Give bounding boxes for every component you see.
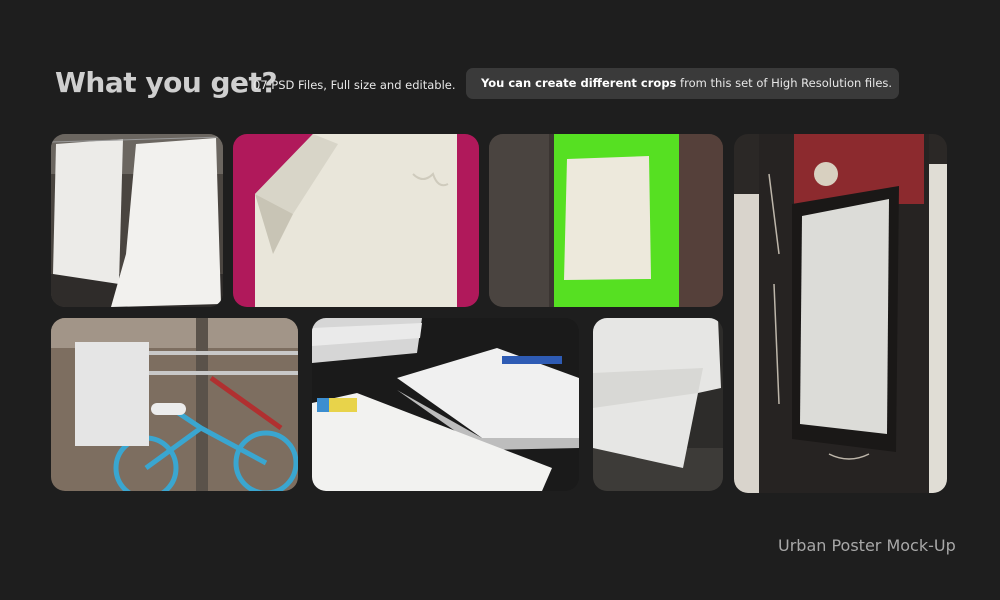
preview-torn-poster (593, 318, 723, 491)
crops-info-badge: You can create different crops from this… (466, 68, 899, 99)
stacked-prints-image (312, 318, 579, 491)
crops-info-bold: You can create different crops (481, 76, 677, 90)
preview-bicycle-rack-poster (51, 318, 298, 491)
preview-hanging-posters (51, 134, 223, 307)
graffiti-doorway-image (734, 134, 947, 493)
product-name: Urban Poster Mock-Up (778, 536, 956, 555)
preview-green-wall-poster (489, 134, 723, 307)
page-title: What you get? (55, 66, 278, 99)
green-wall-image (489, 134, 723, 307)
preview-graffiti-doorway (734, 134, 947, 493)
file-count-description: 07 PSD Files, Full size and editable. (253, 78, 456, 92)
crops-info-text: from this set of High Resolution files. (676, 76, 893, 90)
peeling-poster-image (233, 134, 479, 307)
hanging-posters-image (51, 134, 223, 307)
torn-poster-image (593, 318, 723, 491)
bicycle-rack-image (51, 318, 298, 491)
preview-peeling-poster (233, 134, 479, 307)
preview-stacked-prints (312, 318, 579, 491)
